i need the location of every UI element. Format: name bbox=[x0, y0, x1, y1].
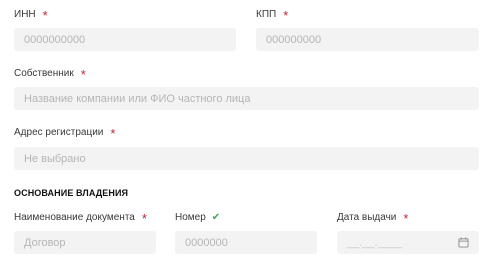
inn-input[interactable] bbox=[24, 33, 226, 46]
issue-date-label: Дата выдачи bbox=[337, 212, 397, 223]
inn-field-container bbox=[14, 28, 236, 51]
owner-input[interactable] bbox=[24, 92, 469, 105]
kpp-label: КПП bbox=[256, 9, 277, 20]
kpp-label-row: КПП * bbox=[256, 8, 289, 23]
number-field-container bbox=[175, 231, 317, 254]
inn-label-row: ИНН * bbox=[14, 8, 48, 23]
doc-name-label: Наименование документа bbox=[14, 212, 135, 223]
owner-field-container bbox=[14, 87, 479, 110]
kpp-input[interactable] bbox=[266, 33, 469, 46]
calendar-icon[interactable] bbox=[458, 237, 469, 248]
inn-label: ИНН bbox=[14, 9, 36, 20]
address-label-row: Адрес регистрации * bbox=[14, 126, 116, 141]
number-input[interactable] bbox=[185, 236, 307, 249]
required-mark: * bbox=[403, 211, 409, 226]
owner-label: Собственник bbox=[14, 68, 74, 79]
valid-check-icon: ✔ bbox=[211, 212, 221, 223]
address-select-value: Не выбрано bbox=[24, 152, 86, 165]
ownership-section-title: ОСНОВАНИЕ ВЛАДЕНИЯ bbox=[14, 188, 129, 198]
doc-name-label-row: Наименование документа * bbox=[14, 211, 147, 226]
address-select[interactable]: Не выбрано bbox=[14, 147, 479, 170]
owner-label-row: Собственник * bbox=[14, 67, 86, 82]
required-mark: * bbox=[141, 211, 147, 226]
doc-name-field-container bbox=[14, 231, 156, 254]
doc-name-input[interactable] bbox=[24, 236, 146, 249]
kpp-field-container bbox=[256, 28, 479, 51]
number-label: Номер bbox=[175, 212, 206, 223]
issue-date-placeholder: __.__.____ bbox=[347, 236, 403, 249]
address-label: Адрес регистрации bbox=[14, 127, 104, 138]
required-mark: * bbox=[110, 126, 116, 141]
issue-date-label-row: Дата выдачи * bbox=[337, 211, 409, 226]
required-mark: * bbox=[283, 8, 289, 23]
required-mark: * bbox=[42, 8, 48, 23]
issue-date-picker[interactable]: __.__.____ bbox=[337, 231, 479, 254]
number-label-row: Номер ✔ bbox=[175, 212, 220, 224]
required-mark: * bbox=[80, 67, 86, 82]
